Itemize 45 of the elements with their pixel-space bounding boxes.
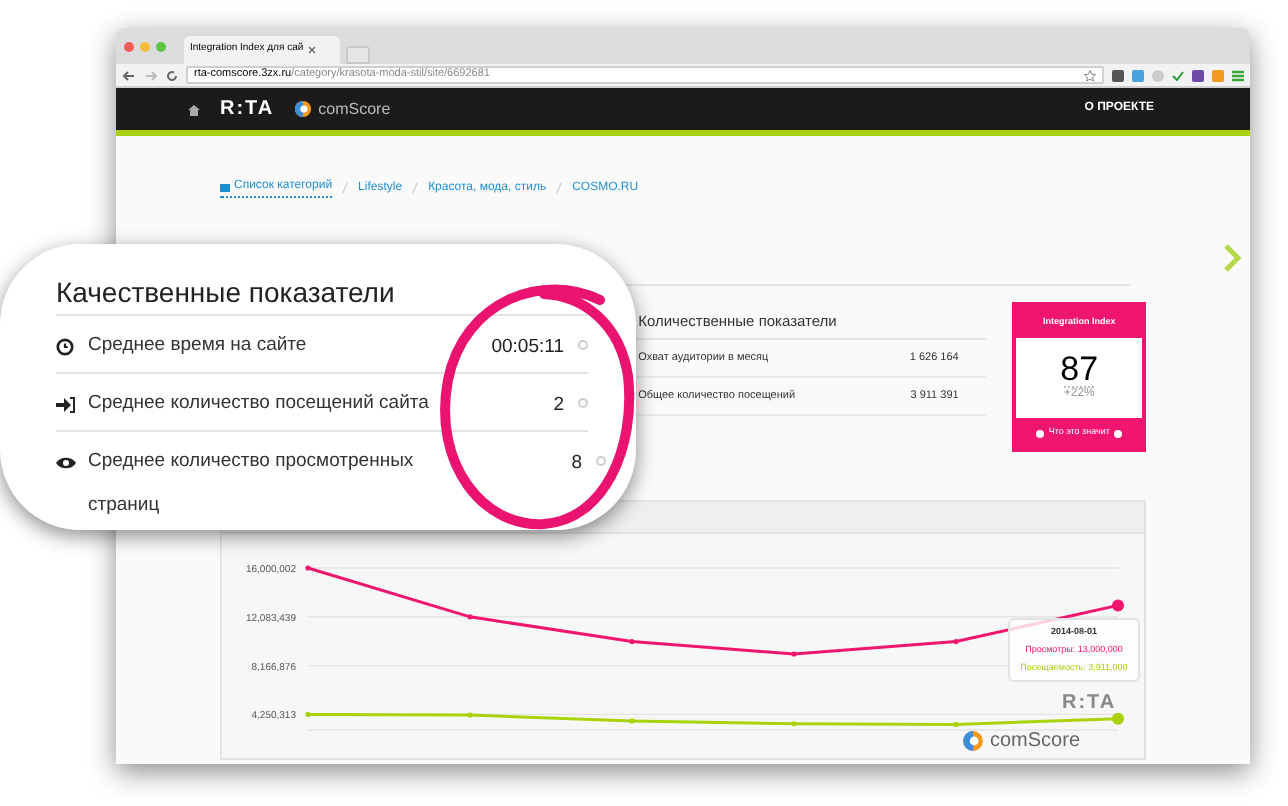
data-point[interactable] <box>629 718 635 724</box>
separator-icon <box>412 182 419 194</box>
data-point[interactable] <box>953 721 959 727</box>
checkmark-icon[interactable] <box>1172 69 1184 81</box>
rta-logo[interactable]: R:TA <box>220 94 275 124</box>
eye-icon <box>56 456 76 470</box>
comscore-logo-icon <box>294 100 313 118</box>
help-icon <box>1113 429 1122 437</box>
list-icon <box>220 183 230 191</box>
metric-value: 2 <box>553 392 564 420</box>
help-icon <box>1036 429 1045 437</box>
close-tab-icon[interactable] <box>307 46 316 54</box>
info-icon <box>578 398 588 408</box>
separator-icon <box>342 182 349 194</box>
separator-icon <box>556 182 563 194</box>
clock-icon <box>56 338 74 356</box>
info-icon <box>578 340 588 350</box>
data-point[interactable] <box>305 711 311 717</box>
sign-in-icon <box>56 396 76 414</box>
metric-value: 8 <box>571 450 582 478</box>
metric-label: Среднее время на сайте <box>88 334 307 358</box>
star-icon[interactable] <box>1084 69 1096 81</box>
comscore-logo[interactable]: comScore <box>318 97 391 121</box>
reload-icon[interactable] <box>166 69 178 81</box>
data-point[interactable] <box>791 721 797 727</box>
metric-label: Среднее количество просмотренных страниц <box>88 448 416 520</box>
data-point[interactable] <box>467 712 473 718</box>
data-point[interactable] <box>305 565 311 571</box>
index-score: 87 <box>1060 352 1099 387</box>
data-point[interactable] <box>1112 599 1124 612</box>
info-icon <box>596 456 606 466</box>
data-point[interactable] <box>953 638 959 645</box>
data-point[interactable] <box>629 638 635 645</box>
metric-value: 00:05:11 <box>491 334 564 362</box>
home-icon[interactable] <box>188 103 200 115</box>
back-icon[interactable] <box>122 69 136 81</box>
data-point[interactable] <box>1112 712 1124 725</box>
data-point[interactable] <box>467 614 473 620</box>
rta-logo: R:TA <box>1062 690 1117 718</box>
menu-icon[interactable] <box>1232 69 1244 81</box>
data-point[interactable] <box>791 651 797 657</box>
forward-icon[interactable] <box>144 69 158 81</box>
metric-label: Среднее количество посещений сайта <box>88 392 429 416</box>
comscore-logo: comScore <box>990 728 1081 756</box>
comscore-logo-icon <box>962 730 984 752</box>
